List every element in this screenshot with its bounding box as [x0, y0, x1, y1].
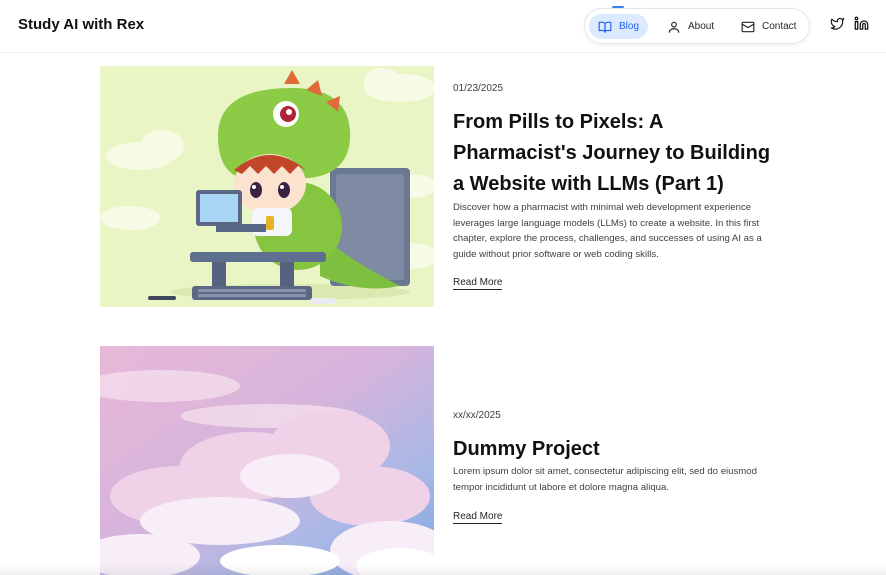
- post-title[interactable]: Dummy Project: [453, 434, 783, 465]
- dinosaur-coder-illustration: [100, 66, 434, 307]
- nav-item-about[interactable]: About: [667, 14, 714, 39]
- nav-label-contact: Contact: [762, 21, 797, 32]
- book-open-icon: [598, 21, 612, 33]
- post-title[interactable]: From Pills to Pixels: A Pharmacist's Jou…: [453, 107, 783, 200]
- pastel-clouds-illustration: [100, 346, 434, 575]
- linkedin-icon[interactable]: [854, 16, 869, 31]
- user-icon: [668, 21, 680, 33]
- twitter-icon[interactable]: [830, 16, 845, 31]
- post-image-dinosaur[interactable]: [100, 66, 434, 307]
- nav-item-blog[interactable]: Blog: [589, 14, 649, 39]
- nav-label-blog: Blog: [619, 21, 640, 32]
- site-header: Study AI with Rex Blog About Contact: [0, 0, 886, 53]
- post-date: 01/23/2025: [453, 83, 504, 94]
- bottom-fade: [0, 563, 886, 575]
- nav-item-contact[interactable]: Contact: [741, 14, 796, 39]
- post-description: Discover how a pharmacist with minimal w…: [453, 202, 762, 261]
- read-more-link[interactable]: Read More: [453, 511, 503, 524]
- nav-label-about: About: [688, 21, 715, 32]
- post-date: xx/xx/2025: [453, 410, 501, 421]
- post-description: Lorem ipsum dolor sit amet, consectetur …: [453, 466, 757, 493]
- site-logo[interactable]: Study AI with Rex: [18, 16, 144, 33]
- main-nav: Blog About Contact: [584, 8, 810, 44]
- post-image-clouds[interactable]: [100, 346, 434, 575]
- read-more-link[interactable]: Read More: [453, 277, 503, 290]
- mail-icon: [741, 21, 755, 32]
